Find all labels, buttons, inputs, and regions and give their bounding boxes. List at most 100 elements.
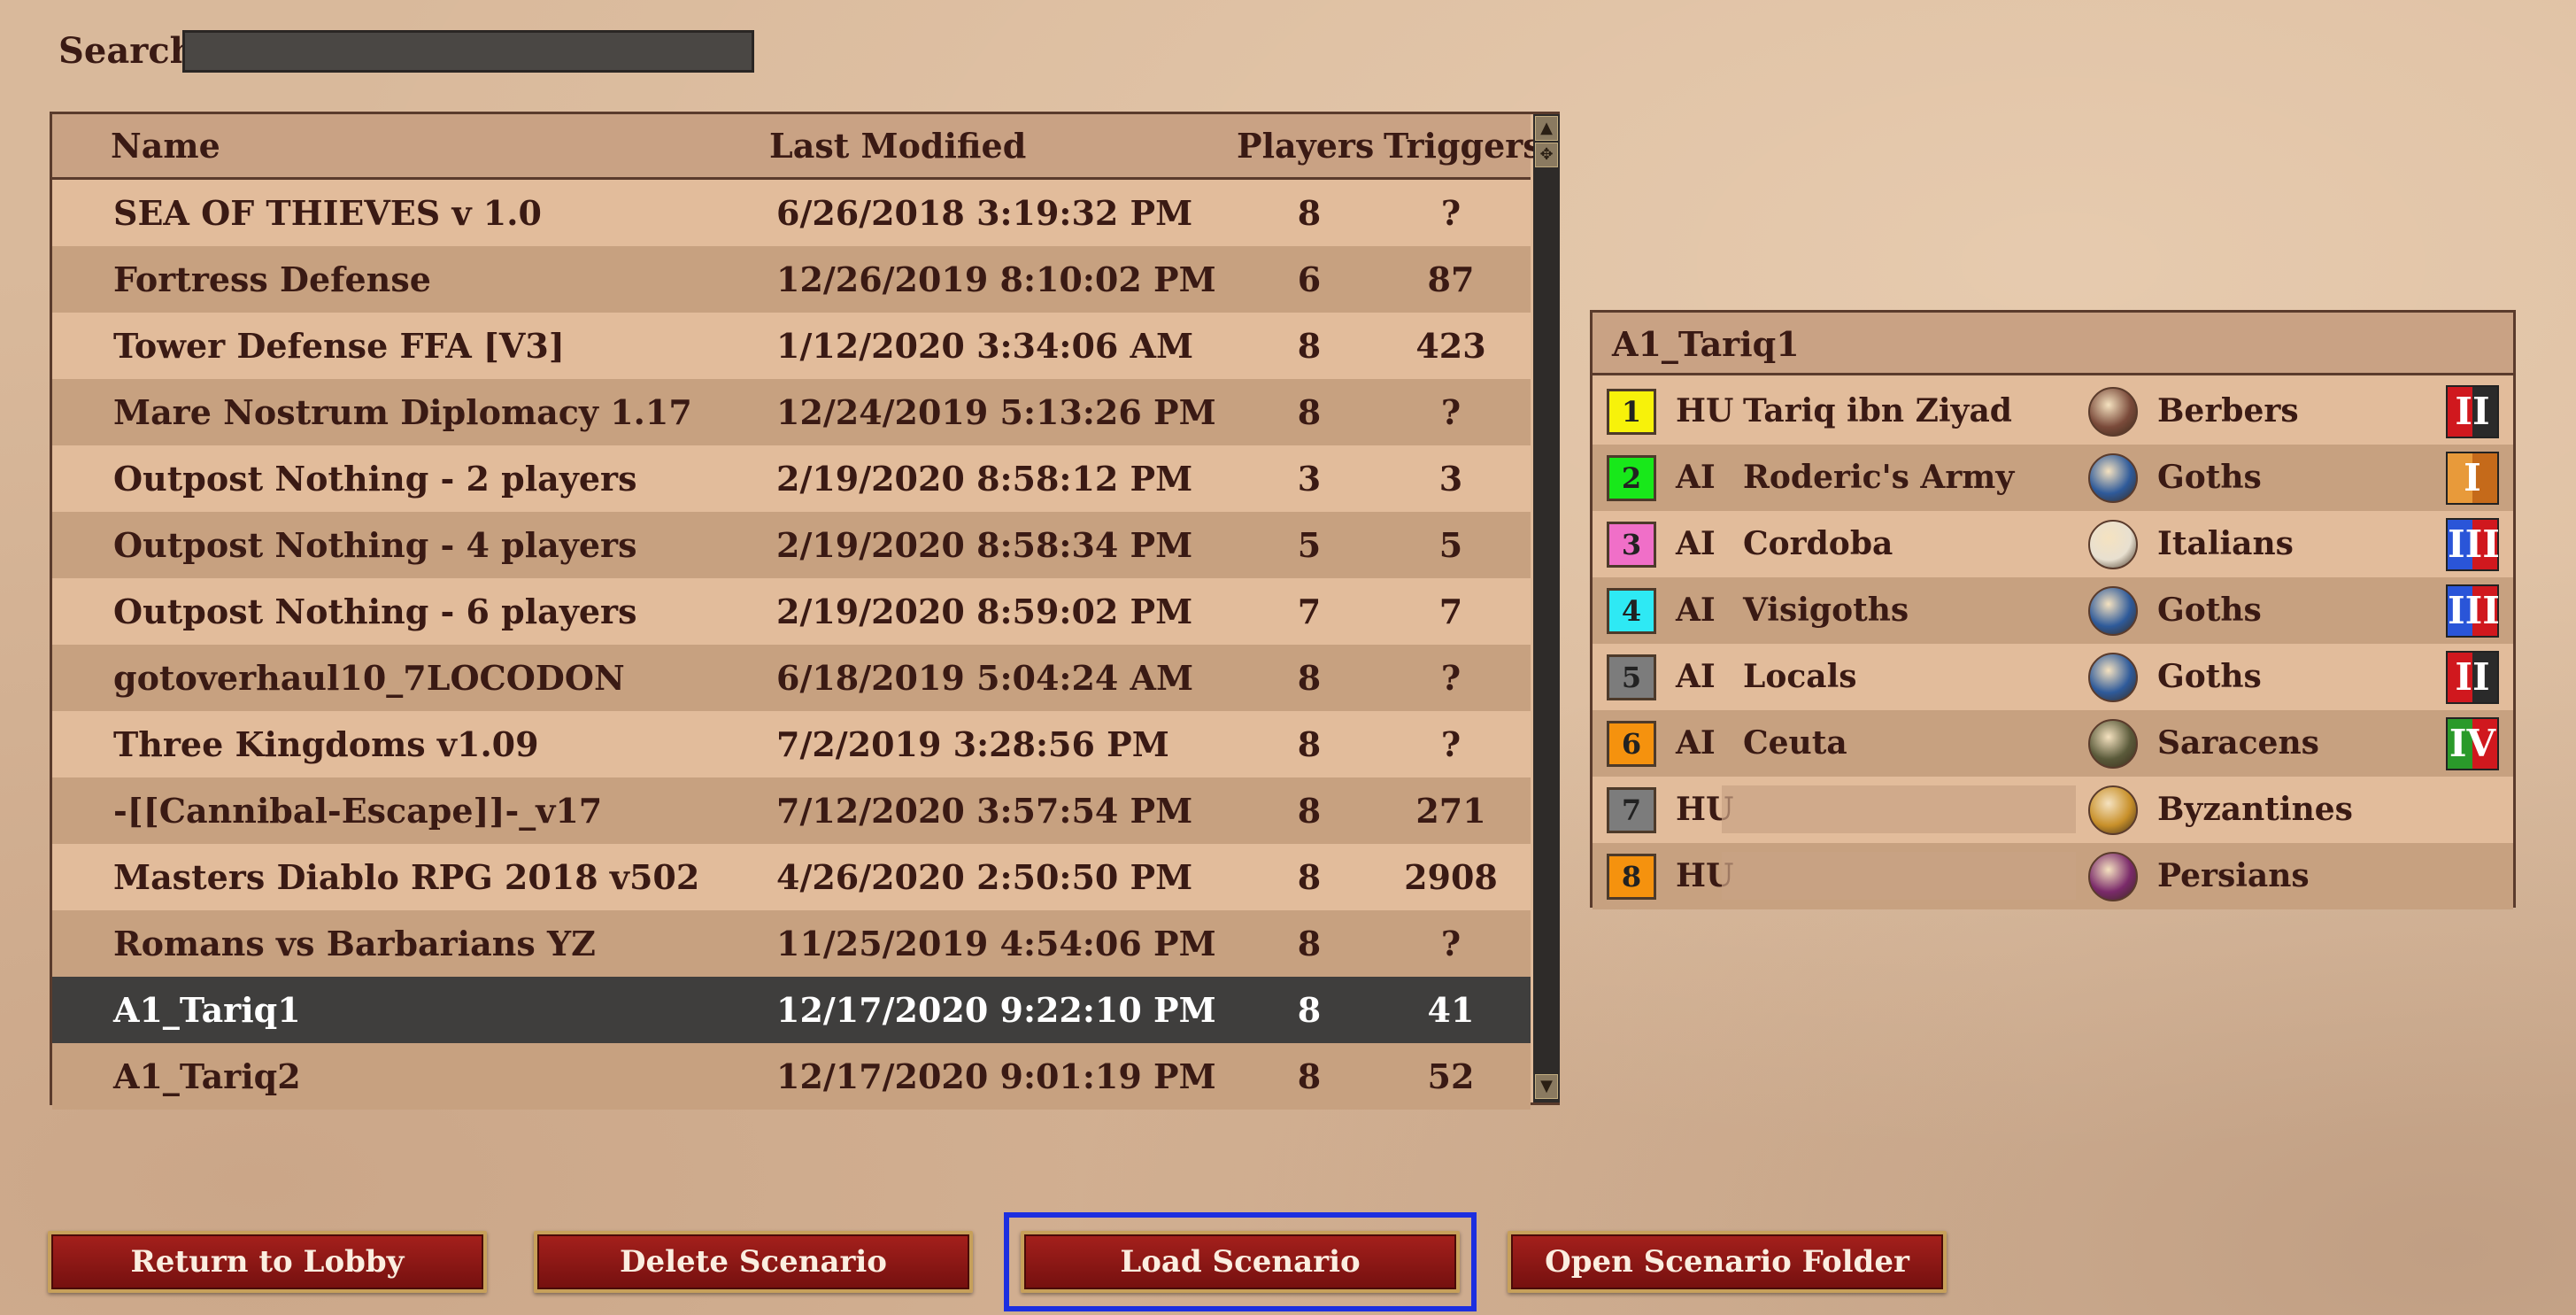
- last-modified: 6/26/2018 3:19:32 PM: [776, 193, 1193, 233]
- player-color-badge[interactable]: 7: [1607, 787, 1656, 833]
- table-row[interactable]: Outpost Nothing - 2 players 2/19/2020 8:5…: [52, 445, 1531, 512]
- scenario-name: Outpost Nothing - 4 players: [113, 525, 637, 565]
- list-scrollbar[interactable]: ▲ ✥ ▼: [1533, 114, 1560, 1102]
- return-to-lobby-button[interactable]: Return to Lobby: [48, 1231, 487, 1293]
- last-modified: 7/2/2019 3:28:56 PM: [776, 724, 1169, 764]
- table-row[interactable]: A1_Tariq2 12/17/2020 9:01:19 PM 8 52: [52, 1043, 1531, 1110]
- last-modified: 4/26/2020 2:50:50 PM: [776, 857, 1193, 897]
- column-header-name[interactable]: Name: [111, 114, 220, 177]
- starting-age-badge: III: [2446, 518, 2500, 571]
- player-type[interactable]: AI: [1676, 445, 1716, 511]
- table-row[interactable]: Masters Diablo RPG 2018 v502 4/26/2020 2:…: [52, 844, 1531, 910]
- triggers-count: 52: [1427, 1056, 1475, 1096]
- players-count: 8: [1297, 1056, 1322, 1096]
- last-modified: 7/12/2020 3:57:54 PM: [776, 791, 1193, 831]
- player-color-badge[interactable]: 5: [1607, 654, 1656, 700]
- scenario-name: Outpost Nothing - 6 players: [113, 592, 637, 631]
- scenario-name: A1_Tariq2: [113, 1056, 301, 1096]
- scenario-name: Outpost Nothing - 2 players: [113, 459, 637, 499]
- player-name[interactable]: Ceuta: [1743, 710, 1847, 777]
- column-header-triggers[interactable]: Triggers: [1384, 114, 1542, 177]
- load-scenario-button[interactable]: Load Scenario: [1021, 1231, 1460, 1293]
- last-modified: 12/17/2020 9:22:10 PM: [776, 990, 1216, 1030]
- players-count: 3: [1297, 459, 1322, 499]
- search-input[interactable]: [182, 30, 754, 73]
- scenario-details-title: A1_Tariq1: [1593, 313, 2513, 375]
- triggers-count: 41: [1427, 990, 1475, 1030]
- players-count: 8: [1297, 990, 1322, 1030]
- scenario-list-header: Name Last Modified Players Triggers: [52, 114, 1542, 180]
- player-color-badge[interactable]: 3: [1607, 522, 1656, 568]
- table-row[interactable]: Three Kingdoms v1.09 7/2/2019 3:28:56 PM 8…: [52, 711, 1531, 777]
- civilization-name[interactable]: Persians: [2157, 843, 2310, 909]
- player-color-badge[interactable]: 4: [1607, 588, 1656, 634]
- starting-age-badge: II: [2446, 651, 2499, 704]
- scenario-name: -[[Cannibal-Escape]]-_v17: [113, 791, 603, 831]
- table-row-selected[interactable]: A1_Tariq1 12/17/2020 9:22:10 PM 8 41: [52, 977, 1531, 1043]
- berbers-emblem-icon: [2088, 387, 2138, 437]
- player-type[interactable]: AI: [1676, 511, 1716, 577]
- players-count: 8: [1297, 724, 1322, 764]
- starting-age-badge: I: [2446, 452, 2499, 505]
- triggers-count: 271: [1415, 791, 1486, 831]
- scroll-thumb-icon[interactable]: ✥: [1535, 143, 1558, 167]
- open-scenario-folder-button[interactable]: Open Scenario Folder: [1508, 1231, 1947, 1293]
- civilization-name[interactable]: Goths: [2157, 644, 2262, 710]
- scenario-name: Tower Defense FFA [V3]: [113, 326, 565, 366]
- table-row[interactable]: Mare Nostrum Diplomacy 1.17 12/24/2019 5:…: [52, 379, 1531, 445]
- player-color-badge[interactable]: 2: [1607, 455, 1656, 501]
- triggers-count: 423: [1415, 326, 1486, 366]
- byzantines-emblem-icon: [2088, 785, 2138, 835]
- scroll-up-icon[interactable]: ▲: [1535, 116, 1558, 141]
- scenario-list-body: SEA OF THIEVES v 1.0 6/26/2018 3:19:32 PM…: [52, 180, 1531, 1110]
- civilization-name[interactable]: Berbers: [2157, 378, 2299, 445]
- player-name-empty-field[interactable]: [1722, 785, 2076, 833]
- civilization-name[interactable]: Goths: [2157, 577, 2262, 644]
- player-color-badge[interactable]: 1: [1607, 389, 1656, 435]
- last-modified: 12/17/2020 9:01:19 PM: [776, 1056, 1216, 1096]
- player-name[interactable]: Roderic's Army: [1743, 445, 2014, 511]
- goths-emblem-icon: [2088, 653, 2138, 702]
- search-label: Search: [58, 30, 196, 72]
- column-header-last-modified[interactable]: Last Modified: [769, 114, 1026, 177]
- table-row[interactable]: Romans vs Barbarians YZ 11/25/2019 4:54:0…: [52, 910, 1531, 977]
- last-modified: 6/18/2019 5:04:24 AM: [776, 658, 1194, 698]
- player-name[interactable]: Locals: [1743, 644, 1857, 710]
- starting-age-badge: II: [2446, 385, 2499, 438]
- player-color-badge[interactable]: 8: [1607, 854, 1656, 900]
- civilization-name[interactable]: Goths: [2157, 445, 2262, 511]
- last-modified: 12/24/2019 5:13:26 PM: [776, 392, 1216, 432]
- player-name[interactable]: Cordoba: [1743, 511, 1893, 577]
- delete-scenario-button[interactable]: Delete Scenario: [534, 1231, 973, 1293]
- scenario-details-panel: A1_Tariq1 1 HU Tariq ibn Ziyad Berbers II 2 AI…: [1590, 310, 2516, 909]
- table-row[interactable]: -[[Cannibal-Escape]]-_v17 7/12/2020 3:57:…: [52, 777, 1531, 844]
- civilization-name[interactable]: Saracens: [2157, 710, 2319, 777]
- players-count: 8: [1297, 326, 1322, 366]
- player-type[interactable]: HU: [1676, 378, 1733, 445]
- table-row[interactable]: Fortress Defense 12/26/2019 8:10:02 PM 6 87: [52, 246, 1531, 313]
- triggers-count: 87: [1427, 259, 1475, 299]
- table-row[interactable]: Outpost Nothing - 4 players 2/19/2020 8:5…: [52, 512, 1531, 578]
- scenario-name: Masters Diablo RPG 2018 v502: [113, 857, 700, 897]
- player-name-empty-field[interactable]: [1722, 852, 2076, 900]
- scroll-down-icon[interactable]: ▼: [1535, 1074, 1558, 1099]
- player-type[interactable]: AI: [1676, 644, 1716, 710]
- table-row[interactable]: gotoverhaul10_7LOCODON 6/18/2019 5:04:24 …: [52, 645, 1531, 711]
- civilization-name[interactable]: Byzantines: [2157, 777, 2353, 843]
- table-row[interactable]: SEA OF THIEVES v 1.0 6/26/2018 3:19:32 PM…: [52, 180, 1531, 246]
- table-row[interactable]: Outpost Nothing - 6 players 2/19/2020 8:5…: [52, 578, 1531, 645]
- player-name[interactable]: Visigoths: [1743, 577, 1909, 644]
- player-name[interactable]: Tariq ibn Ziyad: [1743, 378, 2012, 445]
- column-header-players[interactable]: Players: [1237, 114, 1374, 177]
- triggers-count: 3: [1438, 459, 1463, 499]
- player-type[interactable]: AI: [1676, 710, 1716, 777]
- player-type[interactable]: AI: [1676, 577, 1716, 644]
- table-row[interactable]: Tower Defense FFA [V3] 1/12/2020 3:34:06 …: [52, 313, 1531, 379]
- italians-emblem-icon: [2088, 520, 2138, 569]
- triggers-count: ?: [1440, 392, 1462, 432]
- last-modified: 11/25/2019 4:54:06 PM: [776, 924, 1216, 963]
- scenario-name: gotoverhaul10_7LOCODON: [113, 658, 625, 698]
- player-color-badge[interactable]: 6: [1607, 721, 1656, 767]
- players-count: 8: [1297, 392, 1322, 432]
- civilization-name[interactable]: Italians: [2157, 511, 2294, 577]
